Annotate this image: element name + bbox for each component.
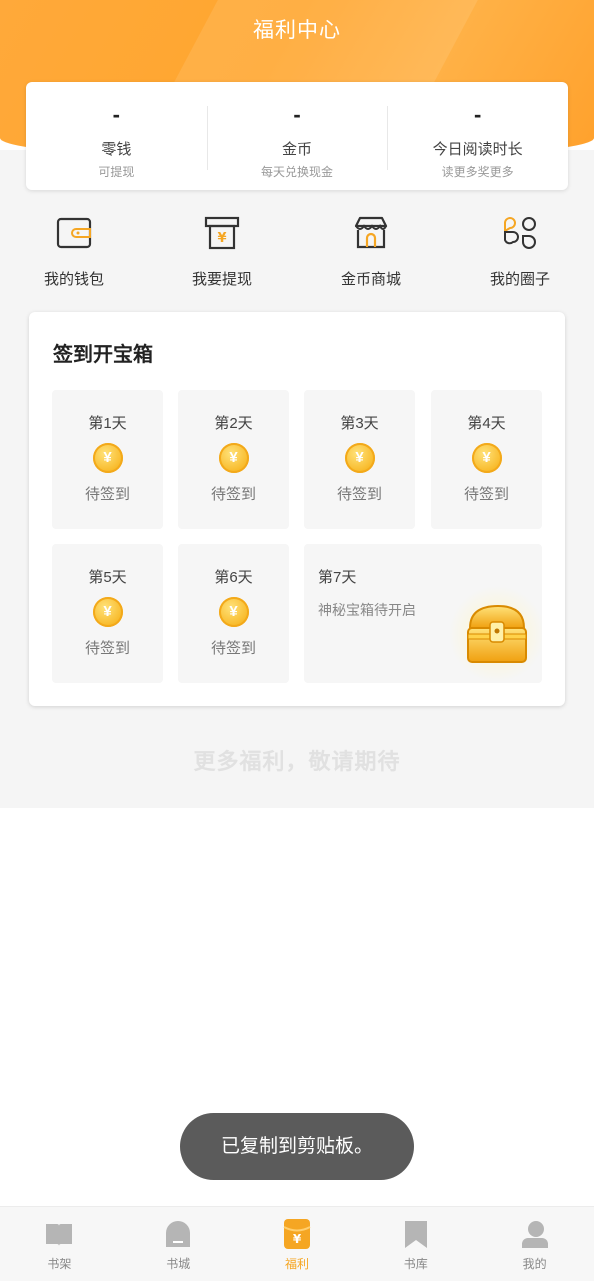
svg-text:¥: ¥ [217,231,226,246]
tab-bookshelf[interactable]: 书架 [0,1207,119,1281]
signin-day-4[interactable]: 第4天 ¥ 待签到 [431,390,542,529]
day-status: 待签到 [84,486,130,503]
wallet-icon [14,208,134,258]
coin-icon: ¥ [92,597,123,627]
stat-coins[interactable]: - 金币 每天兑换现金 [206,82,388,190]
signin-day-1[interactable]: 第1天 ¥ 待签到 [52,390,163,529]
day-status: 待签到 [210,640,256,657]
more-benefits-text: 更多福利，敬请期待 [193,749,401,774]
tab-bookstore[interactable]: 书城 [119,1207,238,1281]
page-title: 福利中心 [253,19,341,42]
day-status: 待签到 [84,640,130,657]
bookshelf-icon [0,1217,119,1251]
tab-label: 我的 [522,1257,547,1271]
day-label: 第6天 [214,569,253,586]
shortcut-label: 金币商城 [340,271,401,288]
day-label: 第4天 [467,415,506,432]
withdraw-icon: ¥ [162,208,282,258]
day-label: 第5天 [88,569,127,586]
coin-icon: ¥ [92,443,123,473]
signin-day-5[interactable]: 第5天 ¥ 待签到 [52,544,163,683]
day-status: 待签到 [336,486,382,503]
welfare-icon: ¥ [238,1217,357,1251]
stat-label: 今日阅读时长 [432,141,523,158]
shortcut-label: 我的钱包 [43,271,104,288]
tab-profile[interactable]: 我的 [475,1207,594,1281]
treasure-chest-icon [449,586,542,682]
signin-title: 签到开宝箱 [53,344,153,366]
stat-sub: 读更多奖更多 [441,165,514,179]
library-icon [356,1217,475,1251]
signin-card: 签到开宝箱 第1天 ¥ 待签到 第2天 ¥ 待签到 第3天 ¥ 待签到 第4天 … [29,312,565,706]
tab-label: 书库 [403,1257,428,1271]
stat-label: 金币 [282,141,313,158]
svg-text:¥: ¥ [293,1232,302,1246]
shortcut-row: 我的钱包 ¥ 我要提现 金币商城 我的圈子 [0,208,594,298]
bookstore-icon [119,1217,238,1251]
coin-icon: ¥ [344,443,375,473]
coin-icon: ¥ [471,443,502,473]
signin-day-2[interactable]: 第2天 ¥ 待签到 [178,390,289,529]
day-status: 待签到 [463,486,509,503]
stat-sub: 每天兑换现金 [261,165,334,179]
day7-description: 神秘宝箱待开启 [318,602,416,618]
signin-day-6[interactable]: 第6天 ¥ 待签到 [178,544,289,683]
profile-icon [475,1217,594,1251]
shortcut-store[interactable]: 金币商城 [311,208,431,289]
stat-change[interactable]: - 零钱 可提现 [26,82,207,190]
shortcut-circle[interactable]: 我的圈子 [460,208,580,289]
stat-value: - [112,102,120,127]
shortcut-wallet[interactable]: 我的钱包 [14,208,134,289]
tab-library[interactable]: 书库 [356,1207,475,1281]
day-label: 第1天 [88,415,127,432]
bottom-tab-bar: 书架 书城 ¥ 福利 书库 我的 [0,1206,594,1281]
tab-label: 书城 [166,1257,191,1271]
day-label: 第3天 [340,415,379,432]
circle-icon [460,208,580,258]
store-icon [311,208,431,258]
stat-value: - [293,102,301,127]
signin-day-3[interactable]: 第3天 ¥ 待签到 [304,390,415,529]
coin-icon: ¥ [218,443,249,473]
shortcut-withdraw[interactable]: ¥ 我要提现 [162,208,282,289]
stats-card: - 零钱 可提现 - 金币 每天兑换现金 - 今日阅读时长 读更多奖更多 [26,82,568,190]
stat-label: 零钱 [101,141,132,158]
day-label: 第7天 [318,569,357,586]
coin-icon: ¥ [218,597,249,627]
stat-sub: 可提现 [98,165,135,179]
tab-label: 书架 [47,1257,72,1271]
stat-reading-time[interactable]: - 今日阅读时长 读更多奖更多 [387,82,568,190]
tab-label: 福利 [284,1257,309,1271]
day-status: 待签到 [210,486,256,503]
toast-message: 已复制到剪贴板。 [180,1113,414,1180]
day-label: 第2天 [214,415,253,432]
signin-day-7[interactable]: 第7天 神秘宝箱待开启 [304,544,542,683]
shortcut-label: 我的圈子 [489,271,550,288]
tab-welfare[interactable]: ¥ 福利 [238,1207,357,1281]
stat-value: - [474,102,482,127]
shortcut-label: 我要提现 [191,271,252,288]
